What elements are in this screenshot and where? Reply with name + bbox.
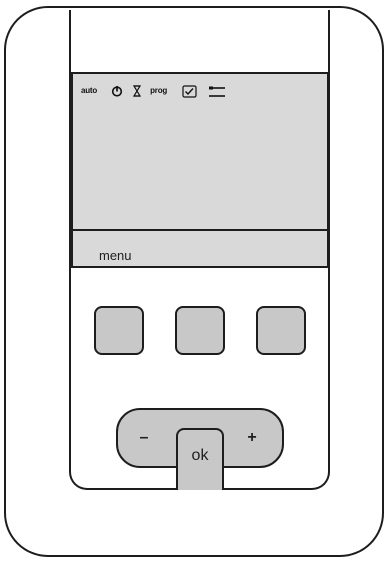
- lcd-screen: auto prog menu: [71, 72, 329, 268]
- hourglass-icon: [133, 85, 142, 97]
- minus-button[interactable]: –: [134, 430, 154, 446]
- lcd-status-row: auto prog: [81, 83, 228, 99]
- softkey-left-button[interactable]: [94, 306, 144, 355]
- mode-auto-label: auto: [81, 86, 98, 95]
- ok-button-label: ok: [191, 447, 209, 464]
- menu-softkey-label: menu: [99, 248, 132, 263]
- lcd-main-area: auto prog: [73, 74, 327, 229]
- mode-prog-label: prog: [150, 86, 168, 95]
- plus-button[interactable]: +: [242, 430, 262, 446]
- settings-tool-icon: [206, 83, 228, 99]
- lcd-softkey-bar: menu: [73, 231, 327, 266]
- power-timer-icon: [111, 85, 123, 97]
- ok-button[interactable]: ok: [176, 428, 224, 490]
- softkey-right-button[interactable]: [256, 306, 306, 355]
- checkbox-icon: [182, 84, 197, 98]
- softkey-middle-button[interactable]: [175, 306, 225, 355]
